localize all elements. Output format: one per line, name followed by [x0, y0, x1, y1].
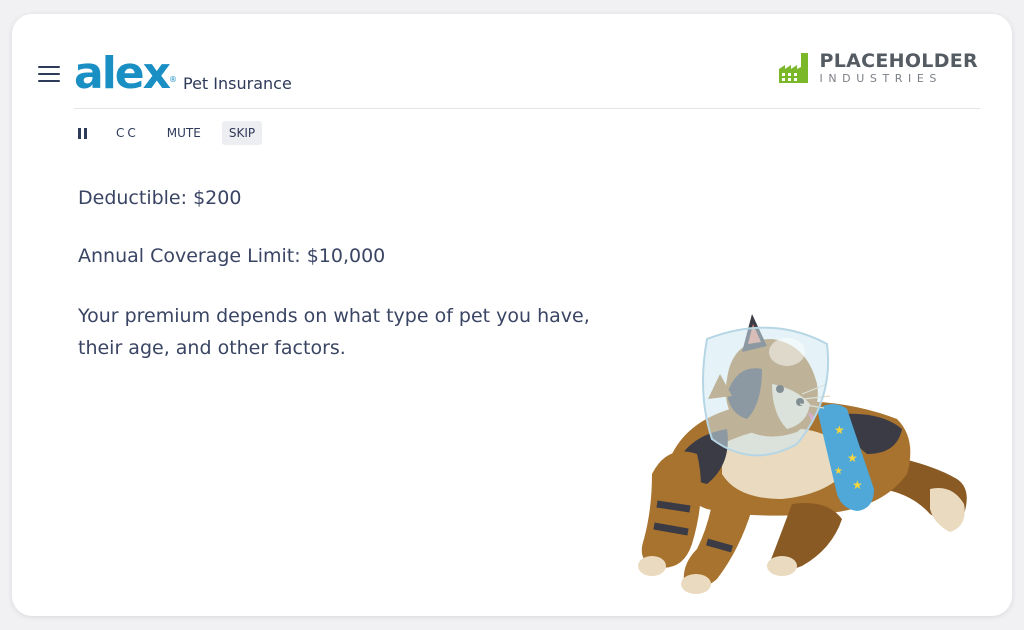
slide-content: Deductible: $200 Annual Coverage Limit: … [78, 184, 658, 394]
company-name: PLACEHOLDER [819, 50, 978, 72]
brand-subtitle: Pet Insurance [183, 74, 292, 93]
deductible-text: Deductible: $200 [78, 187, 242, 209]
svg-text:★: ★ [834, 466, 843, 477]
svg-text:★: ★ [852, 478, 863, 492]
video-card: alex ® Pet Insurance PLACEHOLDER INDUSTRI… [12, 14, 1012, 616]
pause-icon [78, 127, 81, 139]
coverage-limit-text: Annual Coverage Limit: $10,000 [78, 245, 386, 267]
factory-icon [779, 53, 809, 83]
premium-line-2: their age, and other factors. [78, 337, 346, 359]
registered-mark: ® [169, 75, 177, 84]
premium-text: Your premium depends on what type of pet… [78, 300, 658, 364]
svg-text:★: ★ [834, 423, 845, 437]
alex-logo: alex ® [74, 52, 177, 96]
media-controls: CC MUTE SKIP [74, 121, 263, 145]
skip-button[interactable]: SKIP [221, 121, 263, 145]
header-divider [74, 108, 980, 109]
hamburger-menu-icon[interactable] [38, 66, 60, 82]
cc-button[interactable]: CC [109, 121, 146, 145]
company-logo: PLACEHOLDER INDUSTRIES [777, 51, 978, 85]
brand-logo-text: alex [74, 48, 171, 99]
calico-cat-with-cone-and-cast-illustration: ★ ★ ★ ★ [638, 314, 967, 594]
premium-line-1: Your premium depends on what type of pet… [78, 305, 590, 327]
mute-button[interactable]: MUTE [160, 121, 208, 145]
pause-button[interactable] [74, 122, 91, 145]
company-subtitle: INDUSTRIES [819, 72, 942, 85]
svg-text:★: ★ [847, 451, 858, 465]
brand: alex ® Pet Insurance [74, 46, 292, 96]
